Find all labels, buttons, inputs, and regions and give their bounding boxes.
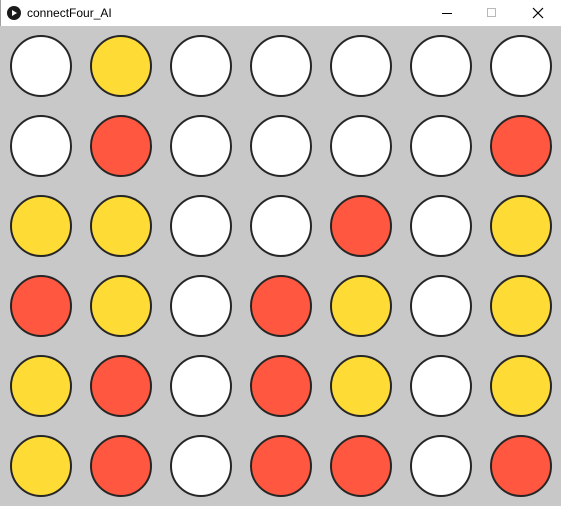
board-cell-red[interactable] [330, 195, 392, 257]
board-cell-yellow[interactable] [90, 35, 152, 97]
maximize-icon[interactable] [469, 0, 515, 26]
board-cell-empty[interactable] [170, 355, 232, 417]
board-cell-empty[interactable] [410, 355, 472, 417]
window-title: connectFour_AI [27, 6, 112, 20]
board-cell-empty[interactable] [170, 275, 232, 337]
board-cell-red[interactable] [250, 355, 312, 417]
close-icon[interactable] [515, 0, 561, 26]
board-cell-yellow[interactable] [330, 275, 392, 337]
board-cell-empty[interactable] [330, 115, 392, 177]
board-cell-empty[interactable] [170, 435, 232, 497]
board-cell-red[interactable] [490, 435, 552, 497]
board-cell-yellow[interactable] [490, 275, 552, 337]
board-cell-yellow[interactable] [10, 435, 72, 497]
board-cell-yellow[interactable] [90, 195, 152, 257]
board-cell-red[interactable] [90, 355, 152, 417]
board-cell-empty[interactable] [170, 115, 232, 177]
board-cell-yellow[interactable] [490, 195, 552, 257]
board-cell-yellow[interactable] [330, 355, 392, 417]
board-cell-empty[interactable] [410, 115, 472, 177]
title-bar[interactable]: connectFour_AI [0, 0, 561, 26]
board-cell-red[interactable] [330, 435, 392, 497]
board-cell-empty[interactable] [410, 195, 472, 257]
minimize-icon[interactable] [424, 0, 470, 26]
board-cell-empty[interactable] [330, 35, 392, 97]
board-cell-empty[interactable] [410, 35, 472, 97]
board-cell-empty[interactable] [170, 195, 232, 257]
board-cell-empty[interactable] [490, 35, 552, 97]
board-cell-red[interactable] [490, 115, 552, 177]
board-cell-red[interactable] [90, 115, 152, 177]
board-cell-red[interactable] [10, 275, 72, 337]
board-cell-empty[interactable] [250, 195, 312, 257]
board-cell-empty[interactable] [170, 35, 232, 97]
board-cell-empty[interactable] [410, 435, 472, 497]
board-cell-empty[interactable] [410, 275, 472, 337]
app-window: connectFour_AI [0, 0, 561, 506]
board-cell-red[interactable] [90, 435, 152, 497]
board-cell-empty[interactable] [10, 35, 72, 97]
board-cell-empty[interactable] [10, 115, 72, 177]
processing-play-icon [7, 6, 21, 20]
board-cell-yellow[interactable] [490, 355, 552, 417]
board-cell-empty[interactable] [250, 35, 312, 97]
board-cell-red[interactable] [250, 435, 312, 497]
board-cell-yellow[interactable] [10, 355, 72, 417]
board-cell-yellow[interactable] [10, 195, 72, 257]
game-board[interactable] [0, 26, 561, 506]
board-cell-empty[interactable] [250, 115, 312, 177]
board-cell-yellow[interactable] [90, 275, 152, 337]
board-cell-red[interactable] [250, 275, 312, 337]
